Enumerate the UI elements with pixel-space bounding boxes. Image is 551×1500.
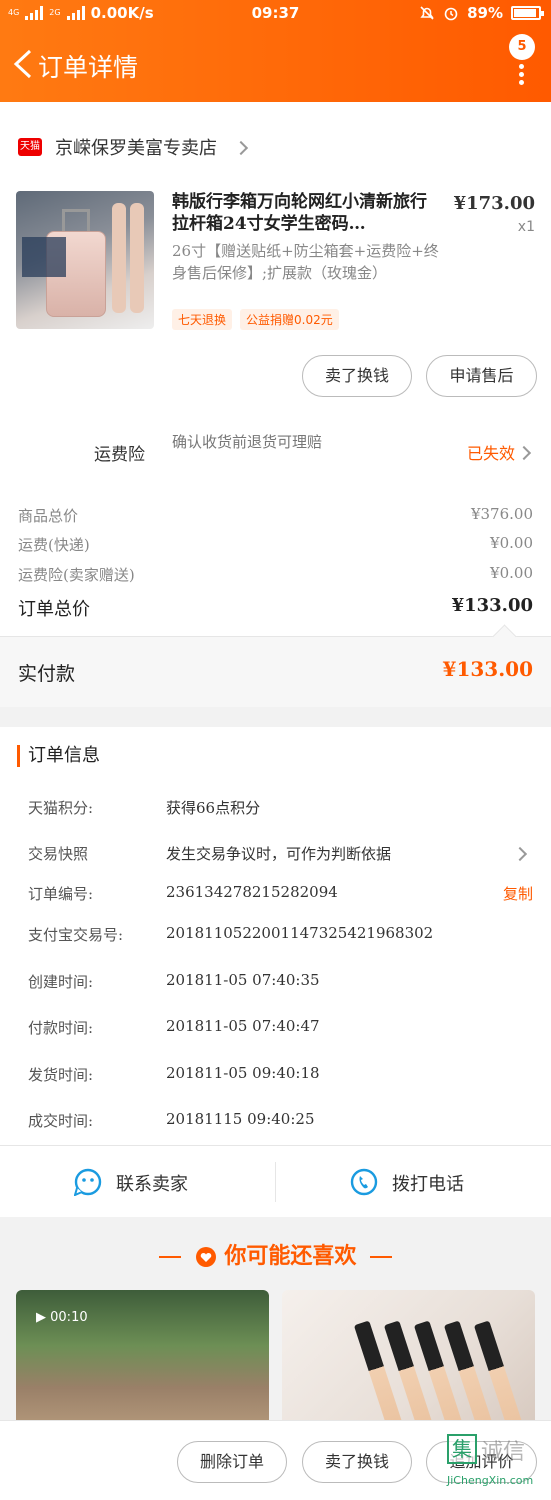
sell-for-cash-button-bottom[interactable]: 卖了换钱: [302, 1441, 412, 1483]
recommend-item[interactable]: [282, 1290, 535, 1430]
order-goods-card: 天猫 京嵘保罗美富专卖店 韩版行李箱万向轮网红小清新旅行拉杆箱24寸女学生密码……: [0, 102, 551, 707]
video-duration: ▶ 00:10: [36, 1310, 88, 1325]
info-row-alipay-no: 支付宝交易号: 2018110522001147325421968302: [28, 924, 533, 950]
watermark-mark: 集: [447, 1434, 477, 1464]
goods-total-value: ¥376.00: [470, 505, 533, 523]
product-tags: 七天退换 公益捐赠0.02元: [172, 309, 339, 330]
paid-label: 实付款: [18, 663, 76, 685]
info-row-snapshot[interactable]: 交易快照 发生交易争议时，可作为判断依据: [28, 843, 533, 869]
contact-row: 联系卖家 拨打电话: [0, 1145, 551, 1217]
mute-bell-icon: [420, 6, 434, 20]
service-tag: 七天退换: [172, 309, 233, 330]
info-value: 20181115 09:40:25: [166, 1110, 315, 1128]
product-title[interactable]: 韩版行李箱万向轮网红小清新旅行拉杆箱24寸女学生密码…: [172, 191, 440, 235]
shipping-row: 运费(快递) ¥0.00: [18, 534, 533, 560]
info-value: 获得66点积分: [166, 799, 261, 817]
info-row-shipped: 发货时间: 201811-05 09:40:18: [28, 1064, 533, 1090]
watermark-text: 诚信: [481, 1440, 526, 1465]
status-bar: 4G 2G 0.00K/s 09:37 89%: [0, 0, 551, 28]
watermark-url: JiChengXin.com: [447, 1474, 534, 1487]
insurance-label: 运费险: [94, 445, 145, 465]
recommend-item[interactable]: ▶ 00:10: [16, 1290, 269, 1430]
sell-for-cash-button[interactable]: 卖了换钱: [302, 355, 412, 397]
info-row-completed: 成交时间: 20181115 09:40:25: [28, 1110, 533, 1136]
info-value: 201811-05 07:40:47: [166, 1017, 320, 1035]
info-value: 201811-05 09:40:18: [166, 1064, 320, 1082]
paid-value: ¥133.00: [442, 657, 533, 681]
nav-bar: 订单详情 5: [0, 30, 551, 100]
product-quantity: x1: [517, 219, 535, 235]
info-row-points: 天猫积分: 获得66点积分: [28, 797, 533, 823]
recommend-heading: 你可能还喜欢: [0, 1238, 551, 1270]
chat-face-icon: [74, 1168, 102, 1196]
shipping-value: ¥0.00: [490, 534, 533, 552]
info-key: 发货时间:: [28, 1066, 94, 1084]
info-key: 创建时间:: [28, 973, 94, 991]
insurance-fee-label: 运费险(卖家赠送): [18, 566, 135, 584]
info-key: 成交时间:: [28, 1112, 94, 1130]
tmall-logo: 天猫: [18, 138, 42, 156]
order-total-value: ¥133.00: [451, 595, 533, 616]
order-detail-screen: 4G 2G 0.00K/s 09:37 89% 订单详情 5 天猫 京嵘保罗美富…: [0, 0, 551, 1500]
charity-tag: 公益捐赠0.02元: [240, 309, 339, 330]
info-key: 付款时间:: [28, 1019, 94, 1037]
info-value: 236134278215282094: [166, 883, 338, 901]
recommend-title: 你可能还喜欢: [224, 1244, 357, 1269]
heading-line-right: [370, 1256, 393, 1258]
order-info-heading: 订单信息: [17, 745, 100, 767]
shipping-label: 运费(快递): [18, 536, 90, 554]
video-time: 00:10: [50, 1310, 88, 1325]
message-count-badge: 5: [509, 34, 535, 60]
insurance-fee-value: ¥0.00: [490, 564, 533, 582]
phone-icon: [350, 1168, 378, 1196]
status-right: 89%: [419, 4, 544, 22]
heart-icon: [195, 1247, 216, 1267]
insurance-status: 已失效: [466, 444, 515, 463]
watermark-logo: 集 诚信 JiChengXin.com: [437, 1428, 547, 1494]
order-total-label: 订单总价: [18, 599, 90, 620]
info-row-paid: 付款时间: 201811-05 07:40:47: [28, 1017, 533, 1043]
info-value: 201811-05 07:40:35: [166, 971, 320, 989]
shop-name: 京嵘保罗美富专卖店: [55, 138, 217, 159]
product-sku: 26寸【赠送贴纸+防尘箱套+运费险+终身售后保修】;扩展款（玫瑰金）: [172, 242, 439, 282]
battery-icon: [511, 6, 544, 20]
contact-seller-label: 联系卖家: [116, 1174, 188, 1195]
insurance-desc: 确认收货前退货可理赔: [172, 433, 323, 451]
info-row-order-no: 订单编号: 236134278215282094 复制: [28, 883, 533, 909]
chevron-right-icon: [233, 140, 249, 156]
paid-row: 实付款 ¥133.00: [0, 636, 551, 707]
info-row-created: 创建时间: 201811-05 07:40:35: [28, 971, 533, 997]
info-key: 交易快照: [28, 845, 89, 863]
info-value: 发生交易争议时，可作为判断依据: [166, 845, 392, 863]
after-sale-button[interactable]: 申请售后: [426, 355, 537, 397]
more-dots-icon: [519, 64, 524, 88]
back-arrow-icon[interactable]: [10, 48, 36, 80]
more-menu-button[interactable]: 5: [507, 30, 537, 90]
header-bar: 4G 2G 0.00K/s 09:37 89% 订单详情 5: [0, 0, 551, 102]
page-title: 订单详情: [38, 53, 139, 82]
insurance-fee-row: 运费险(卖家赠送) ¥0.00: [18, 564, 533, 590]
alarm-icon: [444, 7, 458, 21]
copy-order-no-button[interactable]: 复制: [503, 883, 533, 904]
chevron-right-icon: [512, 846, 528, 862]
chevron-right-icon: [516, 445, 532, 461]
product-thumbnail[interactable]: [16, 191, 154, 329]
contact-seller-button[interactable]: 联系卖家: [0, 1146, 275, 1218]
shop-row[interactable]: 天猫 京嵘保罗美富专卖店: [0, 124, 551, 170]
order-total-row: 订单总价 ¥133.00: [18, 595, 533, 621]
call-phone-label: 拨打电话: [392, 1174, 464, 1195]
goods-total-label: 商品总价: [18, 507, 79, 525]
battery-percent: 89%: [467, 4, 503, 22]
order-info-card: 订单信息 天猫积分: 获得66点积分 交易快照 发生交易争议时，可作为判断依据 …: [0, 727, 551, 1217]
product-price: ¥173.00: [453, 193, 535, 214]
heading-line-left: [158, 1256, 181, 1258]
delete-order-button[interactable]: 删除订单: [177, 1441, 287, 1483]
info-value: 2018110522001147325421968302: [166, 924, 434, 942]
goods-total-row: 商品总价 ¥376.00: [18, 505, 533, 531]
call-phone-button[interactable]: 拨打电话: [276, 1146, 551, 1218]
info-key: 订单编号:: [28, 885, 94, 903]
info-key: 天猫积分:: [28, 799, 94, 817]
info-key: 支付宝交易号:: [28, 926, 124, 944]
